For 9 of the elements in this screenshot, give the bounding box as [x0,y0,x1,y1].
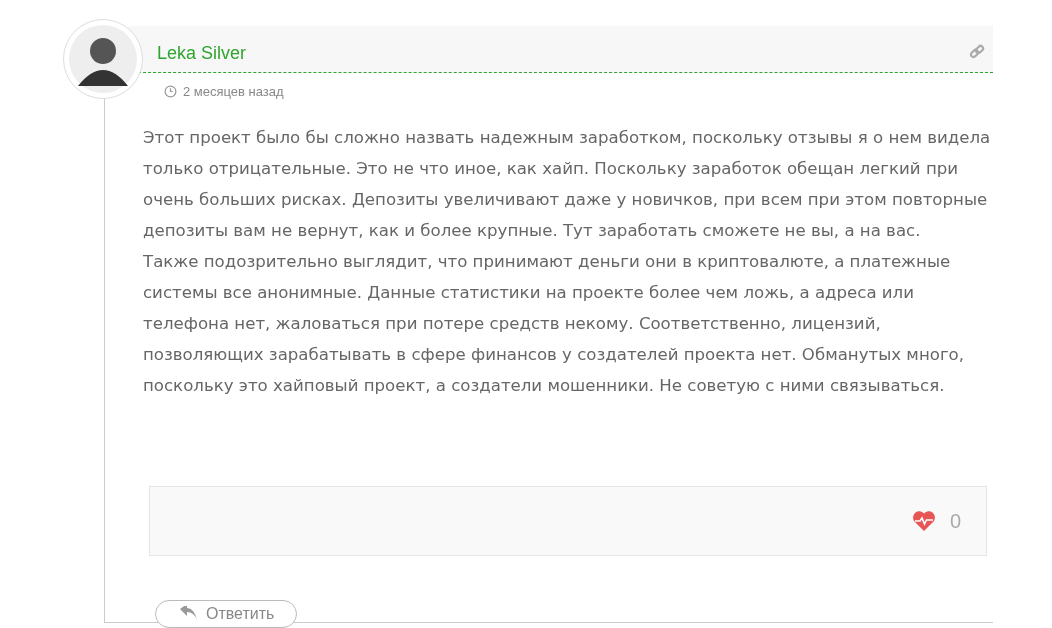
comment-paragraph: Этот проект было бы сложно назвать надежным заработком, поскольку отзывы я о нем видела только отрицательные. Это не что иное, как хайп. Поскольку заработок обещан легкий при очень больших рисках. Депозиты увеличивают даже у новичков, при всем при этом повторные депозиты вам не вернут, как и более крупные. Тут заработать сможете не вы, а на вас. [143,127,992,242]
link-icon[interactable] [969,44,985,60]
reply-button[interactable]: Ответить [155,600,298,628]
comment-time: 2 месяцев назад [183,83,284,101]
clock-icon [164,85,177,99]
comment-paragraph: Также подозрительно выглядит, что принимают деньги они в криптовалюте, а платежные системы все анонимные. Данные статистики на проекте более чем ложь, а адреса или телефона нет, жаловаться при потере средств некому. Соответственно, лицензий, позволяющих зарабатывать в сфере финансов у создателей проекта нет. Обманутых много, поскольку это хайповый проект, а создатели мошенники. Не советую с ними связываться. [143,251,966,397]
author-name[interactable]: Leka Silver [157,40,247,67]
like-count: 0 [949,509,961,534]
heart-pulse-icon[interactable] [911,510,936,532]
